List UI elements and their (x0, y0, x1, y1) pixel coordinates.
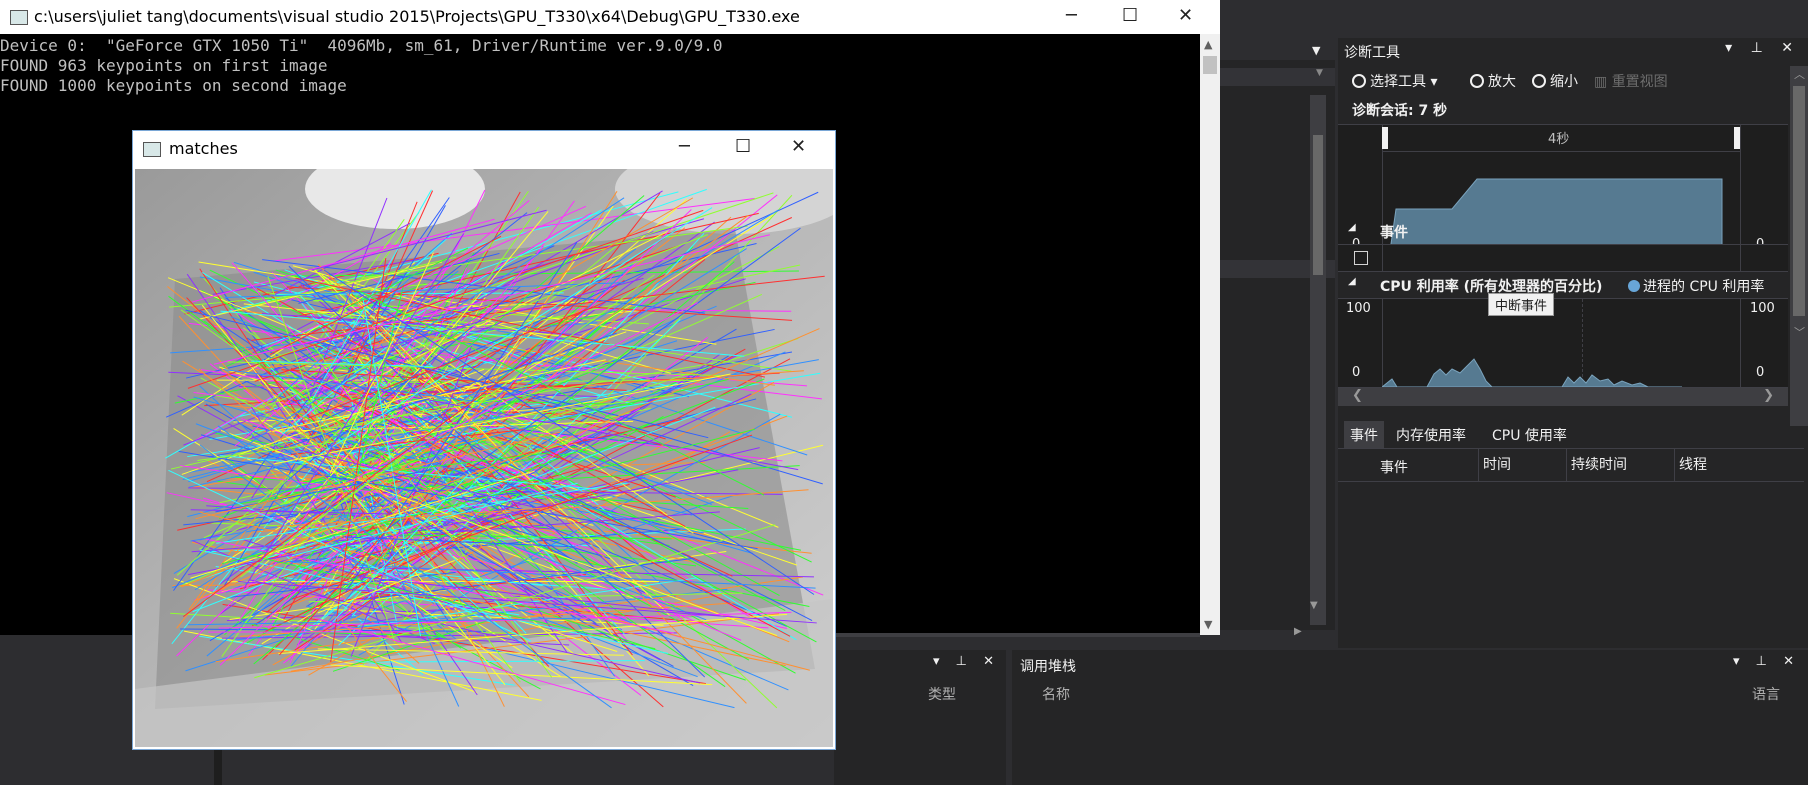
column-type[interactable]: 类型 (928, 684, 956, 704)
diagnostic-tabs: 事件 内存使用率 CPU 使用率 (1344, 421, 1784, 449)
console-bottom-edge (834, 633, 1200, 637)
matches-window: matches ─ ☐ ✕ (132, 130, 836, 750)
zoom-out-button[interactable]: 缩小 (1532, 71, 1578, 91)
minimize-icon[interactable]: ─ (679, 136, 690, 157)
column-event[interactable]: 事件 (1380, 457, 1408, 477)
scroll-down-icon[interactable]: ﹀ (1794, 324, 1805, 340)
tab-events[interactable]: 事件 (1344, 421, 1384, 449)
cpu-axis-min-left: 0 (1352, 365, 1361, 380)
matches-titlebar[interactable]: matches ─ ☐ ✕ (133, 131, 835, 167)
scroll-right-icon[interactable]: ▶ (1294, 626, 1302, 637)
timeline-tick-label: 4秒 (1548, 132, 1570, 147)
panel-title: 诊断工具 (1344, 45, 1400, 61)
tooltip: 中断事件 (1488, 293, 1555, 316)
events-title: 事件 (1380, 225, 1408, 241)
cpu-section-header[interactable]: ◢ CPU 利用率 (所有处理器的百分比) 进程的 CPU 利用率 (1338, 274, 1808, 296)
scroll-down-icon[interactable]: ▼ (1204, 618, 1212, 631)
tab-cpu-usage[interactable]: CPU 使用率 (1486, 421, 1573, 449)
minimize-icon[interactable]: ─ (1066, 5, 1077, 26)
events-table-header: 事件 时间 持续时间 线程 (1338, 448, 1804, 482)
diagnostic-tools-panel: 诊断工具 ▾ ⊥ ✕ 选择工具 ▾ 放大 缩小 ▥ 重置视图 诊断会话: 7 秒… (1338, 38, 1808, 648)
scroll-up-icon[interactable]: ▲ (1204, 38, 1212, 51)
column-language[interactable]: 语言 (1752, 684, 1780, 704)
panel-window-buttons[interactable]: ▾ ⊥ ✕ (933, 654, 1000, 669)
console-scrollbar[interactable]: ▲ ▼ (1200, 34, 1220, 635)
timeline-end-handle[interactable] (1734, 127, 1740, 149)
scrollbar-thumb[interactable] (1203, 56, 1217, 74)
scroll-up-icon[interactable]: ︿ (1794, 66, 1805, 82)
zoom-out-icon (1532, 74, 1546, 88)
select-tools-button[interactable]: 选择工具 ▾ (1352, 71, 1437, 91)
column-thread[interactable]: 线程 (1674, 449, 1707, 481)
scrollbar-thumb[interactable] (1793, 86, 1805, 316)
diagnostic-toolbar: 选择工具 ▾ 放大 缩小 ▥ 重置视图 (1338, 66, 1808, 94)
graph-divider (1740, 299, 1741, 387)
graph-divider (1382, 245, 1383, 271)
scroll-right-icon[interactable]: ❯ (1763, 388, 1774, 403)
tab-memory-usage[interactable]: 内存使用率 (1390, 421, 1472, 449)
call-stack-panel: 调用堆栈 ▾ ⊥ ✕ 名称 语言 (1012, 650, 1808, 785)
output-panel: ▾ ⊥ ✕ 类型 (834, 650, 1006, 785)
reset-view-button[interactable]: ▥ 重置视图 (1594, 71, 1668, 91)
scrollbar-thumb[interactable] (1313, 135, 1323, 275)
cpu-axis-min-right: 0 (1756, 365, 1765, 380)
panel-window-buttons[interactable]: ▾ ⊥ ✕ (1733, 654, 1800, 669)
console-line: Device 0: "GeForce GTX 1050 Ti" 4096Mb, … (0, 36, 723, 55)
cpu-graph[interactable]: 100 100 0 0 中断事件 (1338, 293, 1788, 388)
collapse-triangle-icon[interactable]: ◢ (1348, 276, 1356, 287)
matches-canvas (135, 169, 833, 747)
maximize-icon[interactable]: ☐ (735, 136, 751, 157)
vertical-scrollbar[interactable]: ︿ ﹀ (1790, 66, 1808, 426)
cpu-usage-chart (1382, 358, 1682, 387)
console-line: FOUND 963 keypoints on first image (0, 56, 328, 75)
cpu-axis-max-right: 100 (1750, 301, 1775, 316)
zoom-in-icon (1470, 74, 1484, 88)
dropdown-arrow-icon[interactable]: ▼ (1316, 68, 1323, 78)
horizontal-scrollbar[interactable]: ❮ ❯ (1338, 388, 1788, 406)
close-icon[interactable]: ✕ (1178, 5, 1193, 26)
legend-dot-icon (1628, 280, 1640, 292)
scroll-down-icon[interactable]: ▼ (1310, 600, 1318, 611)
session-duration: 诊断会话: 7 秒 (1352, 103, 1448, 119)
events-section-header[interactable]: ◢ 事件 (1338, 220, 1788, 242)
keypoint-matches-image (135, 169, 833, 747)
column-duration[interactable]: 持续时间 (1566, 449, 1627, 481)
cpu-axis-max-left: 100 (1346, 301, 1371, 316)
graph-divider (1740, 245, 1741, 271)
panel-title: 调用堆栈 (1020, 659, 1076, 675)
panel-window-buttons[interactable]: ▾ ⊥ ✕ (1725, 40, 1800, 56)
dropdown-arrow-icon[interactable]: ▼ (1312, 44, 1320, 57)
cpu-legend: 进程的 CPU 利用率 (1628, 276, 1764, 296)
zoom-in-button[interactable]: 放大 (1470, 71, 1516, 91)
matches-title-text: matches (169, 139, 238, 158)
console-titlebar[interactable]: c:\users\juliet tang\documents\visual st… (0, 0, 1220, 34)
window-controls: ─ ☐ ✕ (673, 131, 833, 165)
gear-icon (1352, 74, 1366, 88)
console-output: Device 0: "GeForce GTX 1050 Ti" 4096Mb, … (0, 36, 1190, 96)
console-app-icon (10, 10, 28, 25)
collapse-triangle-icon[interactable]: ◢ (1348, 222, 1356, 233)
window-app-icon (143, 142, 161, 157)
editor-scrollbar[interactable] (1310, 95, 1326, 625)
timeline-start-handle[interactable] (1382, 127, 1388, 149)
column-time[interactable]: 时间 (1478, 449, 1511, 481)
console-line: FOUND 1000 keypoints on second image (0, 76, 347, 95)
console-title-text: c:\users\juliet tang\documents\visual st… (34, 7, 800, 26)
window-controls: ─ ☐ ✕ (1060, 0, 1220, 34)
close-icon[interactable]: ✕ (791, 136, 806, 157)
events-track[interactable] (1338, 244, 1788, 272)
maximize-icon[interactable]: ☐ (1122, 5, 1138, 26)
pause-break-icon[interactable] (1354, 251, 1368, 265)
scroll-left-icon[interactable]: ❮ (1352, 388, 1363, 403)
column-name[interactable]: 名称 (1042, 684, 1070, 704)
